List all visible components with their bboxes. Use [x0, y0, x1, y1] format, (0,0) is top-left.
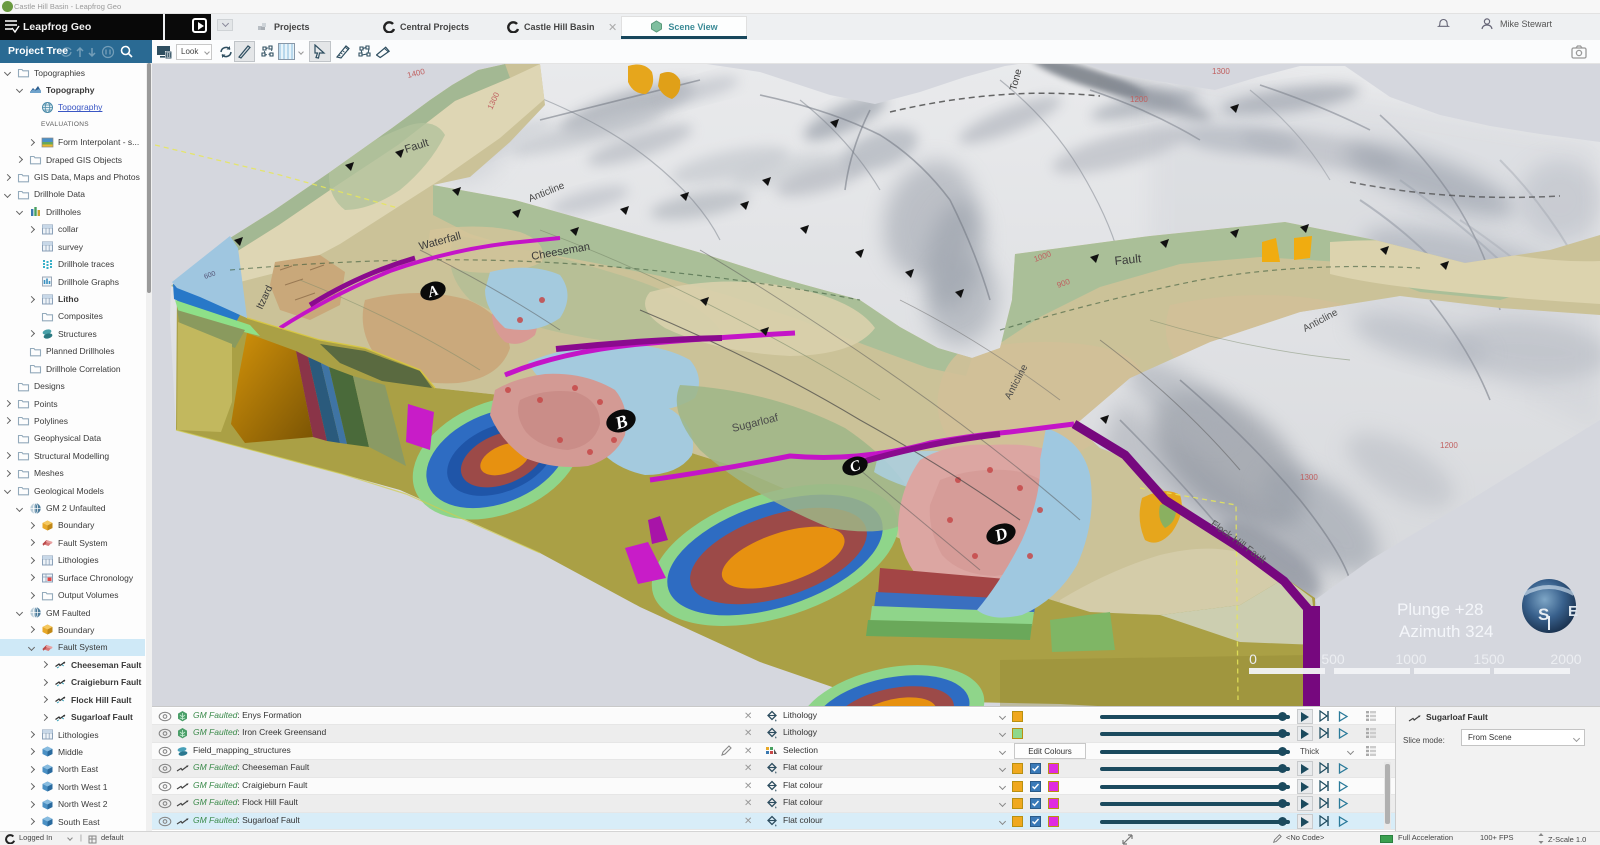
- svg-text:Azimuth 324: Azimuth 324: [1399, 622, 1494, 641]
- svg-text:1300: 1300: [1300, 473, 1318, 482]
- svg-text:2000: 2000: [1550, 651, 1581, 667]
- svg-text:1200: 1200: [1440, 441, 1458, 450]
- svg-text:E: E: [1568, 603, 1578, 620]
- svg-text:S: S: [1538, 605, 1549, 624]
- svg-text:500: 500: [1321, 651, 1345, 667]
- svg-text:0: 0: [1249, 651, 1257, 667]
- svg-text:1500: 1500: [1473, 651, 1504, 667]
- svg-text:Fault: Fault: [1114, 251, 1143, 268]
- svg-text:Plunge +28: Plunge +28: [1397, 600, 1484, 619]
- svg-text:1200: 1200: [1130, 95, 1148, 104]
- svg-text:1300: 1300: [1212, 67, 1230, 76]
- svg-text:1000: 1000: [1395, 651, 1426, 667]
